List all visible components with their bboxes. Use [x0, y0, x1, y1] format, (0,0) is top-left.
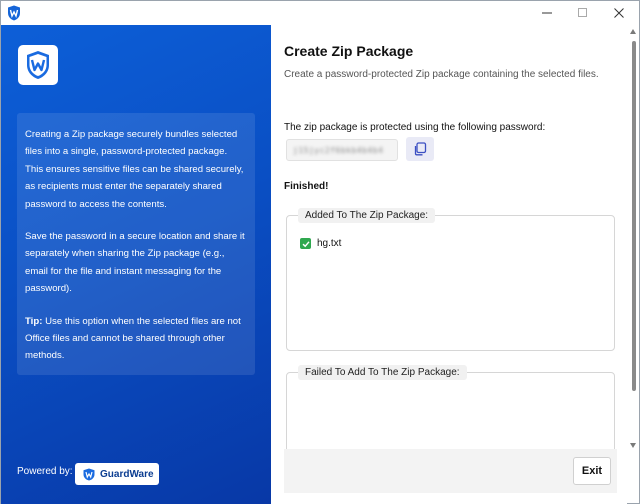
close-icon — [614, 8, 624, 18]
main-content: Create Zip Package Create a password-pro… — [271, 25, 627, 504]
scrollbar-thumb[interactable] — [632, 41, 636, 391]
copy-icon — [414, 142, 427, 156]
maximize-icon — [578, 8, 587, 17]
minimize-button[interactable] — [529, 1, 565, 25]
footer-bar: Exit — [284, 449, 617, 493]
maximize-button[interactable] — [565, 1, 601, 25]
close-button[interactable] — [601, 1, 637, 25]
added-files-group: Added To The Zip Package: hg.txt — [286, 208, 615, 351]
info-sidebar: Creating a Zip package securely bundles … — [1, 25, 271, 504]
failed-group-legend: Failed To Add To The Zip Package: — [298, 365, 467, 380]
guardware-logo — [18, 45, 58, 85]
password-value: j15jyc2f6bkb4b4b4 — [293, 145, 384, 155]
scroll-down-icon[interactable] — [630, 443, 636, 448]
app-window: Creating a Zip package securely bundles … — [0, 0, 640, 504]
added-group-legend: Added To The Zip Package: — [298, 208, 436, 223]
guardware-badge: GuardWare — [75, 463, 159, 485]
list-item: hg.txt — [300, 238, 341, 249]
password-field[interactable]: j15jyc2f6bkb4b4b4 — [286, 139, 398, 161]
info-paragraph: Creating a Zip package securely bundles … — [25, 129, 244, 210]
info-card: Creating a Zip package securely bundles … — [17, 113, 255, 375]
guardware-badge-icon — [83, 468, 95, 480]
page-subtitle: Create a password-protected Zip package … — [284, 69, 599, 80]
page-title: Create Zip Package — [284, 43, 414, 59]
tip-text: Use this option when the selected files … — [25, 315, 241, 362]
guardware-shield-icon — [27, 51, 49, 79]
file-name: hg.txt — [317, 238, 342, 249]
exit-button[interactable]: Exit — [573, 457, 611, 485]
info-paragraph: Save the password in a secure location a… — [25, 231, 245, 295]
vertical-scrollbar[interactable] — [628, 25, 639, 503]
status-text: Finished! — [284, 181, 329, 192]
title-bar — [1, 1, 639, 25]
copy-password-button[interactable] — [406, 137, 434, 161]
brand-name: GuardWare — [100, 468, 154, 480]
tip-label: Tip: — [25, 315, 43, 327]
tip-paragraph: Tip: Use this option when the selected f… — [25, 313, 247, 365]
app-shield-icon — [8, 5, 20, 21]
minimize-icon — [542, 12, 552, 14]
password-label: The zip package is protected using the f… — [284, 122, 546, 133]
powered-by-label: Powered by: — [17, 466, 73, 477]
checkmark-icon — [300, 238, 311, 249]
scroll-up-icon[interactable] — [630, 29, 636, 34]
